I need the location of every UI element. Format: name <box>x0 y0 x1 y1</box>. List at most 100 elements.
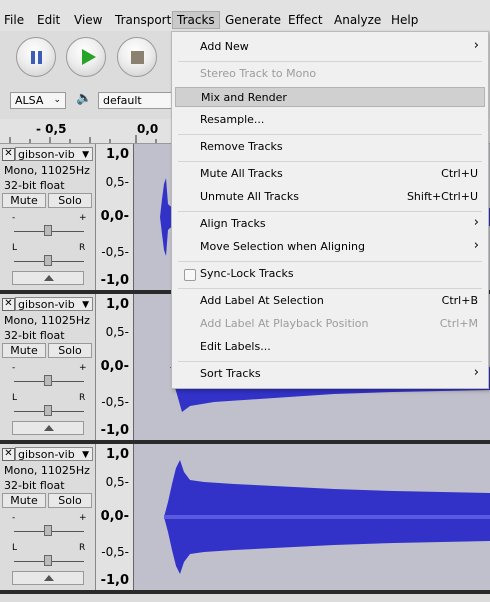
gain-slider[interactable] <box>44 225 52 236</box>
collapse-track-button[interactable] <box>12 271 84 285</box>
menu-file[interactable]: File <box>4 13 24 27</box>
waveform-area[interactable] <box>134 444 490 590</box>
track-format: Mono, 11025Hz <box>4 464 90 477</box>
menu-help[interactable]: Help <box>391 13 418 27</box>
ruler-label-neg: - 0,5 <box>36 122 67 136</box>
scale-neg-half: -0,5- <box>101 245 129 259</box>
collapse-track-button[interactable] <box>12 571 84 585</box>
collapse-icon <box>44 575 54 581</box>
pan-right-label: R <box>79 393 86 403</box>
audio-host-select[interactable]: ALSA ⌄ <box>10 92 66 109</box>
menu-separator <box>178 361 482 362</box>
speaker-icon: 🔈 <box>76 91 93 106</box>
scale-bottom: -1,0 <box>100 423 129 438</box>
scale-top: 1,0 <box>105 447 129 462</box>
track-format: Mono, 11025Hz <box>4 164 90 177</box>
mute-button[interactable]: Mute <box>2 493 46 508</box>
solo-button[interactable]: Solo <box>48 493 92 508</box>
stop-button[interactable] <box>117 37 157 77</box>
close-icon[interactable]: ✕ <box>2 448 15 461</box>
collapse-icon <box>44 425 54 431</box>
gain-minus-label: - <box>12 513 16 523</box>
pan-right-label: R <box>79 543 86 553</box>
close-icon[interactable]: ✕ <box>2 148 15 161</box>
scale-bottom: -1,0 <box>100 573 129 588</box>
amplitude-ruler: 1,0 0,5- 0,0- -0,5- -1,0 <box>96 444 134 590</box>
mute-button[interactable]: Mute <box>2 343 46 358</box>
submenu-arrow-icon: › <box>473 365 479 380</box>
menuitem-label: Sync-Lock Tracks <box>200 267 294 280</box>
output-device-value: default <box>103 94 142 107</box>
menu-view[interactable]: View <box>74 13 102 27</box>
play-icon <box>82 49 96 65</box>
menuitem-mix-and-render[interactable]: Mix and Render <box>175 87 485 107</box>
menu-separator <box>178 61 482 62</box>
menu-transport[interactable]: Transport <box>115 13 171 27</box>
scale-half: 0,5- <box>105 325 129 339</box>
solo-button[interactable]: Solo <box>48 343 92 358</box>
menu-generate[interactable]: Generate <box>225 13 281 27</box>
pan-slider[interactable] <box>44 405 52 416</box>
collapse-track-button[interactable] <box>12 421 84 435</box>
output-device-select[interactable]: default <box>98 92 174 109</box>
submenu-arrow-icon: › <box>473 238 479 253</box>
menu-tracks[interactable]: Tracks <box>172 11 220 29</box>
scale-neg-half: -0,5- <box>101 395 129 409</box>
solo-button[interactable]: Solo <box>48 193 92 208</box>
pause-button[interactable] <box>16 37 56 77</box>
track-name-menu[interactable]: gibson-vib ▼ <box>15 147 93 161</box>
gain-plus-label: + <box>79 513 87 523</box>
track-name-menu[interactable]: gibson-vib ▼ <box>15 297 93 311</box>
submenu-arrow-icon: › <box>473 215 479 230</box>
track-bitdepth: 32-bit float <box>4 479 65 492</box>
scale-top: 1,0 <box>105 297 129 312</box>
track-format: Mono, 11025Hz <box>4 314 90 327</box>
menuitem-resample[interactable]: Resample... <box>172 110 488 130</box>
mute-button[interactable]: Mute <box>2 193 46 208</box>
menuitem-shortcut: Ctrl+B <box>441 294 478 307</box>
track-name-menu[interactable]: gibson-vib ▼ <box>15 447 93 461</box>
menu-analyze[interactable]: Analyze <box>334 13 381 27</box>
menu-effect[interactable]: Effect <box>288 13 323 27</box>
menuitem-edit-labels[interactable]: Edit Labels... <box>172 337 488 357</box>
pan-slider[interactable] <box>44 555 52 566</box>
menuitem-label: Add New <box>200 40 249 53</box>
menuitem-add-label-selection[interactable]: Add Label At Selection Ctrl+B <box>172 291 488 311</box>
menu-bar: File Edit View Transport Tracks Generate… <box>0 10 490 32</box>
menuitem-add-new[interactable]: Add New › <box>172 37 488 57</box>
menu-separator <box>178 261 482 262</box>
menuitem-label: Unmute All Tracks <box>200 190 299 203</box>
pause-icon-bar <box>38 51 42 64</box>
close-icon[interactable]: ✕ <box>2 298 15 311</box>
scale-zero: 0,0- <box>100 209 129 224</box>
menuitem-label: Resample... <box>200 113 265 126</box>
menuitem-label: Mute All Tracks <box>200 167 283 180</box>
menuitem-label: Stereo Track to Mono <box>200 67 317 80</box>
menuitem-remove-tracks[interactable]: Remove Tracks <box>172 137 488 157</box>
scale-zero: 0,0- <box>100 509 129 524</box>
menuitem-align-tracks[interactable]: Align Tracks › <box>172 214 488 234</box>
scale-zero: 0,0- <box>100 359 129 374</box>
track-name: gibson-vib <box>18 298 75 311</box>
ruler-label-zero: 0,0 <box>137 122 159 136</box>
pan-left-label: L <box>12 393 18 403</box>
menuitem-sort-tracks[interactable]: Sort Tracks › <box>172 364 488 384</box>
menuitem-unmute-all[interactable]: Unmute All Tracks Shift+Ctrl+U <box>172 187 488 207</box>
waveform <box>164 460 490 574</box>
menu-edit[interactable]: Edit <box>37 13 60 27</box>
pan-left-label: L <box>12 243 18 253</box>
menuitem-label: Add Label At Selection <box>200 294 324 307</box>
scale-top: 1,0 <box>105 147 129 162</box>
menuitem-move-selection[interactable]: Move Selection when Aligning › <box>172 237 488 257</box>
dropdown-arrow-icon: ▼ <box>82 300 89 310</box>
menu-separator <box>178 161 482 162</box>
pan-slider[interactable] <box>44 255 52 266</box>
gain-slider[interactable] <box>44 525 52 536</box>
menuitem-mute-all[interactable]: Mute All Tracks Ctrl+U <box>172 164 488 184</box>
menu-separator <box>178 288 482 289</box>
gain-slider[interactable] <box>44 375 52 386</box>
track-bitdepth: 32-bit float <box>4 179 65 192</box>
menuitem-sync-lock[interactable]: Sync-Lock Tracks <box>172 264 488 284</box>
play-button[interactable] <box>66 37 106 77</box>
gain-minus-label: - <box>12 213 16 223</box>
